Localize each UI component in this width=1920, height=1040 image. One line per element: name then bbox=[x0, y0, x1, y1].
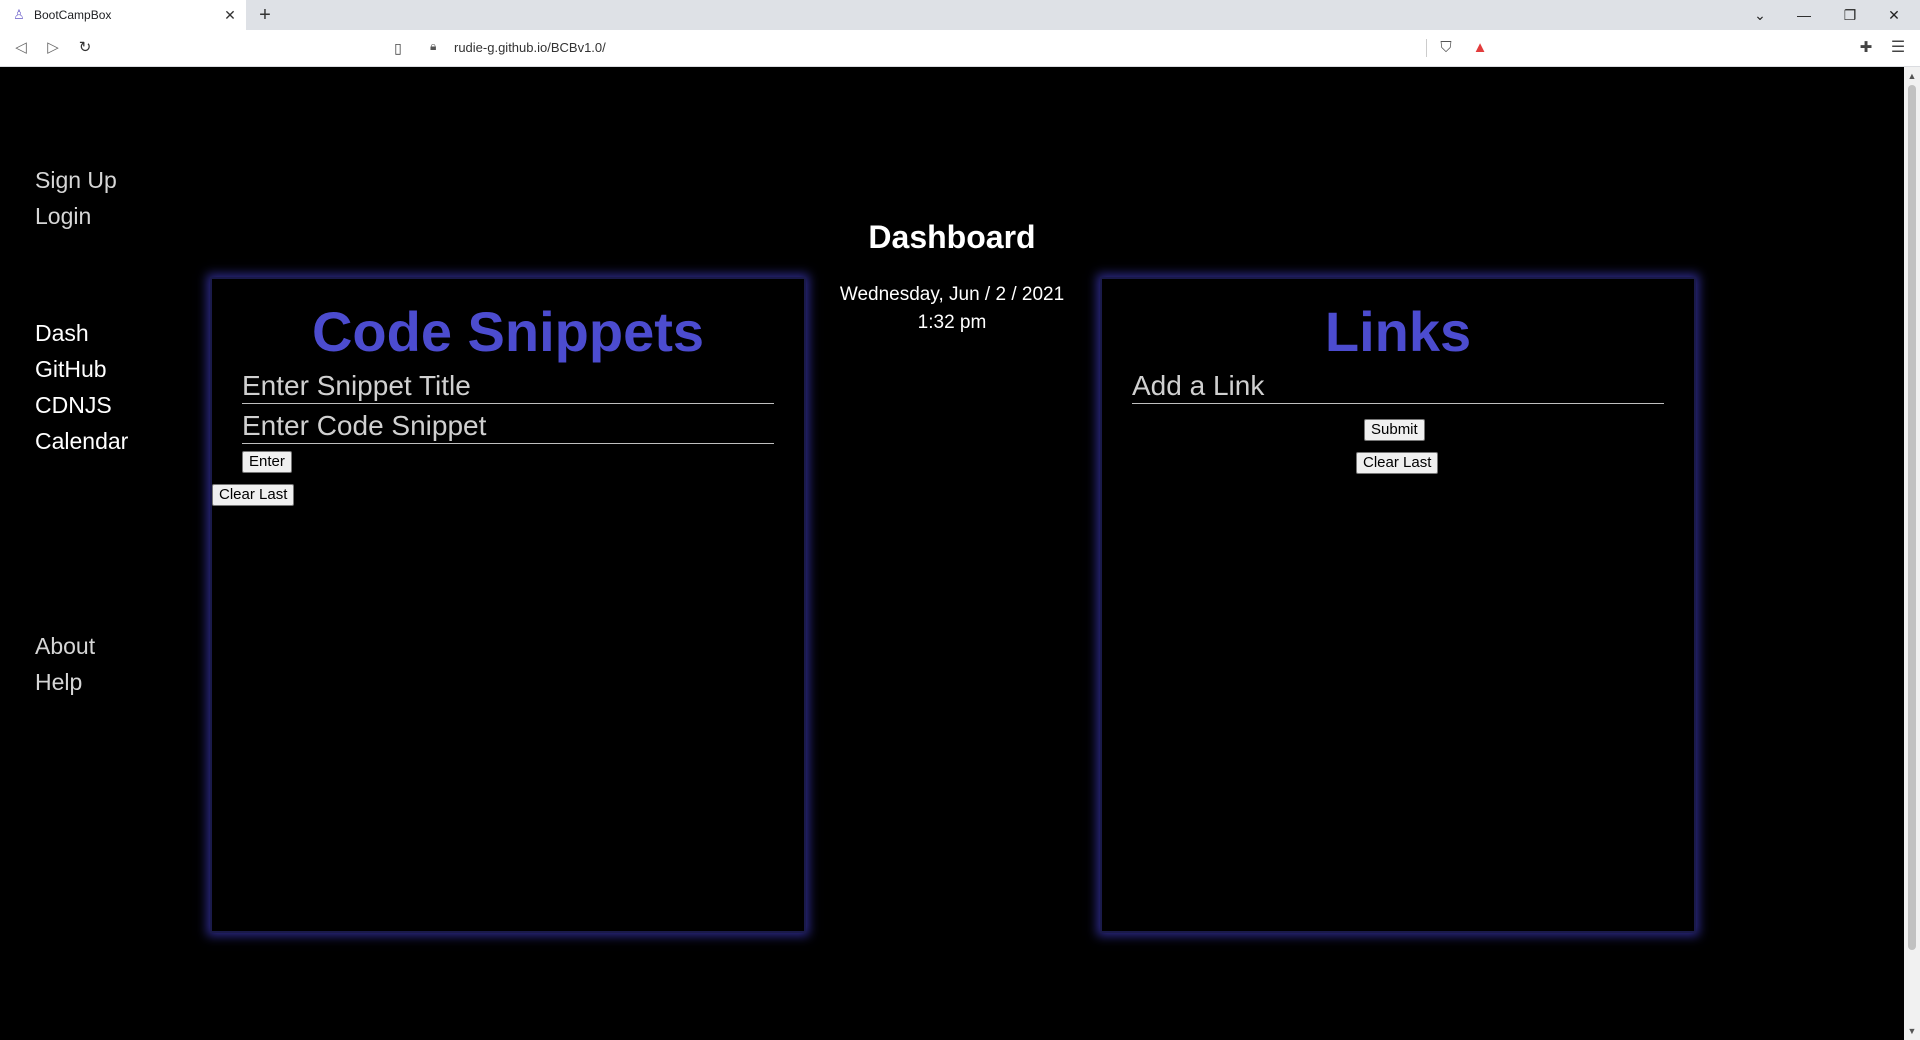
nav-dash[interactable]: Dash bbox=[35, 320, 89, 347]
link-submit-button[interactable]: Submit bbox=[1364, 419, 1425, 441]
code-snippets-panel: Code Snippets Enter Clear Last bbox=[210, 277, 806, 933]
browser-toolbar: ◁ ▷ ↻ ▯ 🔒︎ rudie-g.github.io/BCBv1.0/ bbox=[0, 30, 1920, 67]
close-window-icon[interactable]: ✕ bbox=[1872, 0, 1916, 30]
snippet-code-input[interactable] bbox=[242, 409, 774, 444]
browser-window: ♙ BootCampBox ✕ + ⌄ — ❐ ✕ ◁ ▷ ↻ ▯ 🔒︎ rud… bbox=[0, 0, 1920, 1040]
extensions-icon[interactable]: ✚ bbox=[1856, 38, 1876, 58]
page-scrollbar[interactable]: ▲ ▼ bbox=[1904, 67, 1920, 1040]
link-clear-last-button[interactable]: Clear Last bbox=[1356, 452, 1439, 474]
bookmark-icon[interactable]: ▯ bbox=[388, 37, 408, 59]
links-panel: Links Submit Clear Last bbox=[1100, 277, 1696, 933]
scroll-down-arrow-icon[interactable]: ▼ bbox=[1904, 1024, 1920, 1038]
scrollbar-thumb[interactable] bbox=[1908, 85, 1916, 950]
brave-shield-icon[interactable]: ⛉ bbox=[1436, 38, 1456, 58]
reload-icon[interactable]: ↻ bbox=[74, 37, 96, 59]
snippet-title-input[interactable] bbox=[242, 369, 774, 404]
restore-icon[interactable]: ❐ bbox=[1828, 0, 1872, 30]
new-tab-icon[interactable]: + bbox=[254, 4, 276, 26]
tab-search-icon[interactable]: ⌄ bbox=[1738, 0, 1782, 30]
nav-help[interactable]: Help bbox=[35, 669, 82, 696]
nav-sign-up[interactable]: Sign Up bbox=[35, 167, 117, 194]
browser-tab[interactable]: ♙ BootCampBox ✕ bbox=[0, 0, 246, 30]
forward-icon[interactable]: ▷ bbox=[42, 37, 64, 59]
snippet-clear-last-button[interactable]: Clear Last bbox=[212, 484, 295, 506]
tab-strip: ♙ BootCampBox ✕ + ⌄ — ❐ ✕ bbox=[0, 0, 1920, 30]
brave-rewards-icon[interactable]: ▲ bbox=[1470, 38, 1490, 58]
page-title: Dashboard bbox=[868, 219, 1036, 255]
links-title: Links bbox=[1324, 300, 1472, 363]
scroll-up-arrow-icon[interactable]: ▲ bbox=[1904, 69, 1920, 83]
menu-icon[interactable]: ☰ bbox=[1888, 38, 1908, 58]
page-content: Sign Up Login Dash GitHub CDNJS Calendar… bbox=[0, 67, 1904, 1040]
nav-calendar[interactable]: Calendar bbox=[35, 428, 128, 455]
lock-icon: 🔒︎ bbox=[430, 39, 437, 53]
nav-about[interactable]: About bbox=[35, 633, 95, 660]
code-snippets-title: Code Snippets bbox=[311, 300, 705, 363]
snippet-enter-button[interactable]: Enter bbox=[242, 451, 292, 473]
address-bar[interactable]: 🔒︎ rudie-g.github.io/BCBv1.0/ bbox=[420, 34, 1500, 62]
date-time-display: Wednesday, Jun / 2 / 2021 1:32 pm bbox=[820, 281, 1084, 337]
nav-cdnjs[interactable]: CDNJS bbox=[35, 392, 112, 419]
current-date: Wednesday, Jun / 2 / 2021 bbox=[839, 284, 1065, 305]
url-text: rudie-g.github.io/BCBv1.0/ bbox=[454, 40, 606, 55]
link-input[interactable] bbox=[1132, 369, 1664, 404]
current-time: 1:32 pm bbox=[917, 312, 987, 333]
minimize-icon[interactable]: — bbox=[1782, 0, 1826, 30]
close-tab-icon[interactable]: ✕ bbox=[222, 7, 238, 23]
site-favicon-icon: ♙ bbox=[13, 7, 25, 22]
tab-title: BootCampBox bbox=[34, 8, 112, 22]
nav-github[interactable]: GitHub bbox=[35, 356, 107, 383]
nav-login[interactable]: Login bbox=[35, 203, 91, 230]
toolbar-separator bbox=[1426, 39, 1427, 57]
back-icon[interactable]: ◁ bbox=[10, 37, 32, 59]
